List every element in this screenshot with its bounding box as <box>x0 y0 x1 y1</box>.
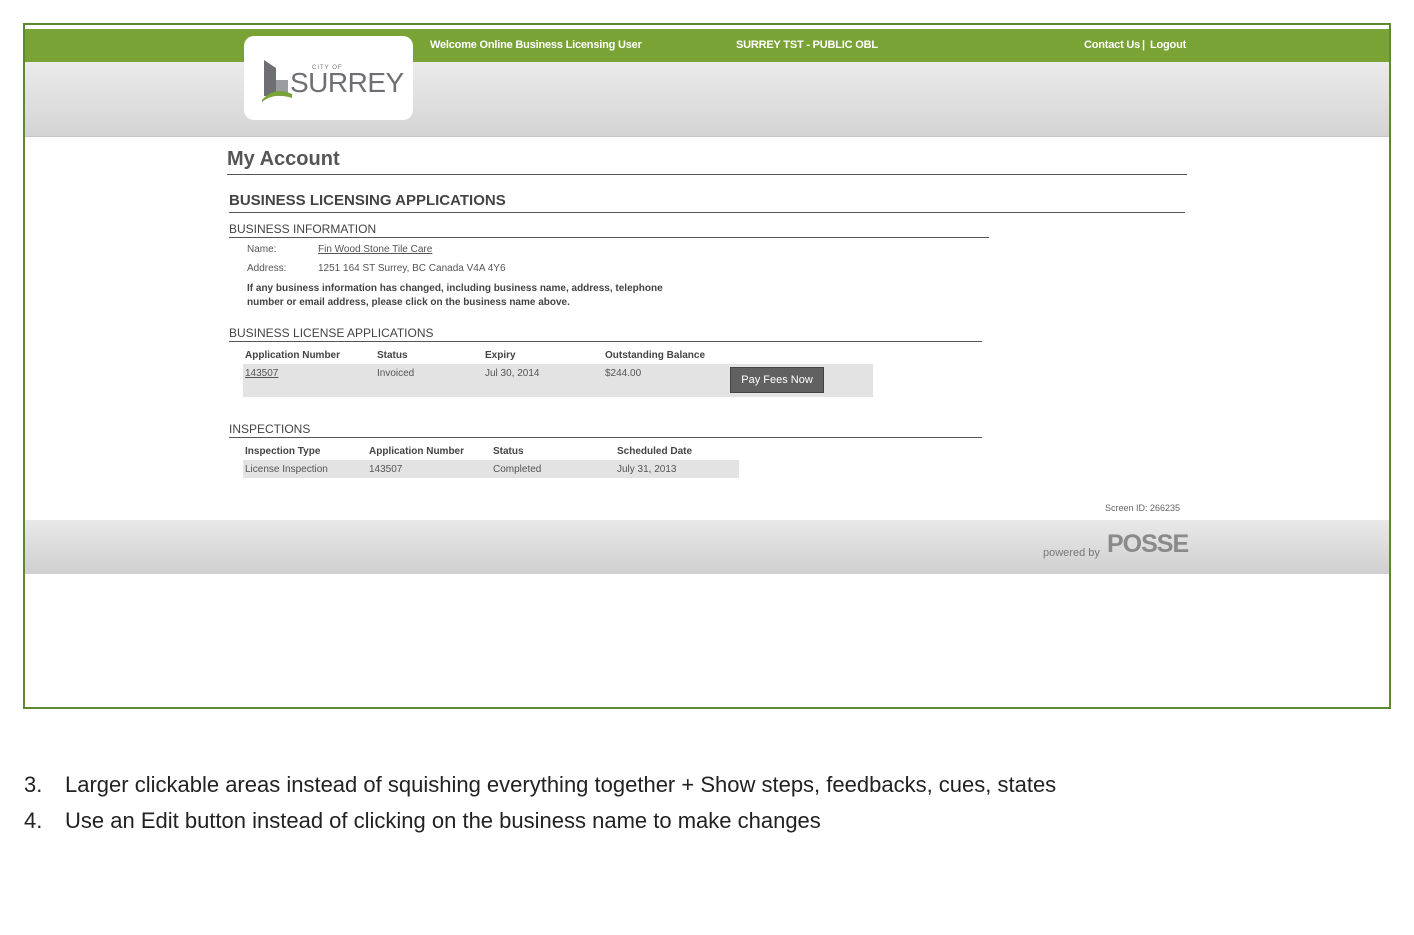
list-item: 4. Use an Edit button instead of clicking… <box>24 808 1056 844</box>
inspections-divider <box>229 437 982 438</box>
note-number: 3. <box>24 772 43 797</box>
posse-logo: POSSE <box>1107 530 1189 558</box>
screen-id: Screen ID: 266235 <box>1105 503 1181 513</box>
logout-link[interactable]: Logout <box>1150 39 1186 51</box>
section-title: BUSINESS LICENSING APPLICATIONS <box>229 192 506 209</box>
applications-col-status: Status <box>377 350 408 361</box>
applications-col-number: Application Number <box>245 350 341 361</box>
note-number: 4. <box>24 808 43 833</box>
address-value: 1251 164 ST Surrey, BC Canada V4A 4Y6 <box>318 263 506 274</box>
note-text: Use an Edit button instead of clicking o… <box>65 808 821 833</box>
inspections-col-date: Scheduled Date <box>617 446 693 457</box>
inspections-col-number: Application Number <box>369 446 465 457</box>
header-band <box>25 62 1389 137</box>
page-title: My Account <box>227 148 340 170</box>
business-info-notice-line2: number or email address, please click on… <box>247 297 570 308</box>
inspections-col-type: Inspection Type <box>245 446 321 457</box>
inspections-heading: INSPECTIONS <box>229 422 311 436</box>
section-divider <box>229 212 1185 213</box>
application-expiry: Jul 30, 2014 <box>485 368 540 379</box>
welcome-text: Welcome Online Business Licensing User <box>430 39 642 51</box>
name-label: Name: <box>247 244 277 255</box>
city-logo[interactable]: CITY OF SURREY <box>244 36 413 120</box>
footer-band: powered by POSSE <box>25 520 1389 574</box>
applications-heading: BUSINESS LICENSE APPLICATIONS <box>229 326 434 340</box>
inspection-type: License Inspection <box>245 464 328 475</box>
inspection-date: July 31, 2013 <box>617 464 677 475</box>
design-notes: 3. Larger clickable areas instead of squi… <box>24 772 1056 844</box>
business-name-link[interactable]: Fin Wood Stone Tile Care <box>318 244 432 255</box>
business-info-notice-line1: If any business information has changed,… <box>247 283 663 294</box>
logo-wordmark: SURREY <box>290 67 404 98</box>
business-info-heading: BUSINESS INFORMATION <box>229 222 377 236</box>
top-bar: Welcome Online Business Licensing User S… <box>25 29 1389 62</box>
contact-us-link[interactable]: Contact Us <box>1084 39 1140 51</box>
address-label: Address: <box>247 263 287 274</box>
inspections-col-status: Status <box>493 446 524 457</box>
inspection-status: Completed <box>493 464 542 475</box>
title-divider <box>227 174 1187 175</box>
applications-divider <box>229 341 982 342</box>
application-number-link[interactable]: 143507 <box>245 368 278 379</box>
pay-fees-button[interactable]: Pay Fees Now <box>730 367 824 393</box>
note-text: Larger clickable areas instead of squish… <box>65 772 1057 797</box>
powered-by-label: powered by <box>1043 547 1100 559</box>
applications-col-expiry: Expiry <box>485 350 516 361</box>
business-info-divider <box>229 237 989 238</box>
list-item: 3. Larger clickable areas instead of squi… <box>24 772 1056 808</box>
app-window: Welcome Online Business Licensing User S… <box>23 23 1391 709</box>
application-balance: $244.00 <box>605 368 642 379</box>
applications-col-balance: Outstanding Balance <box>605 350 706 361</box>
inspection-application-number: 143507 <box>369 464 403 475</box>
environment-label: SURREY TST - PUBLIC OBL <box>736 39 878 51</box>
header-separator: | <box>1142 39 1145 51</box>
application-status: Invoiced <box>377 368 415 379</box>
